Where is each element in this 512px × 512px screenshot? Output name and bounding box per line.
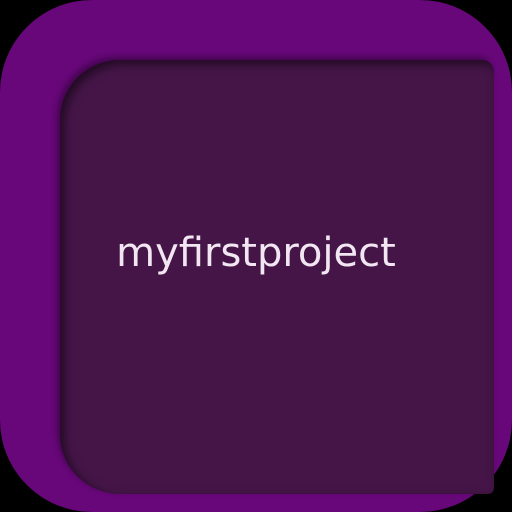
app-icon-tile[interactable]: myfirstproject	[0, 0, 512, 512]
app-icon-label: myfirstproject	[116, 230, 396, 276]
